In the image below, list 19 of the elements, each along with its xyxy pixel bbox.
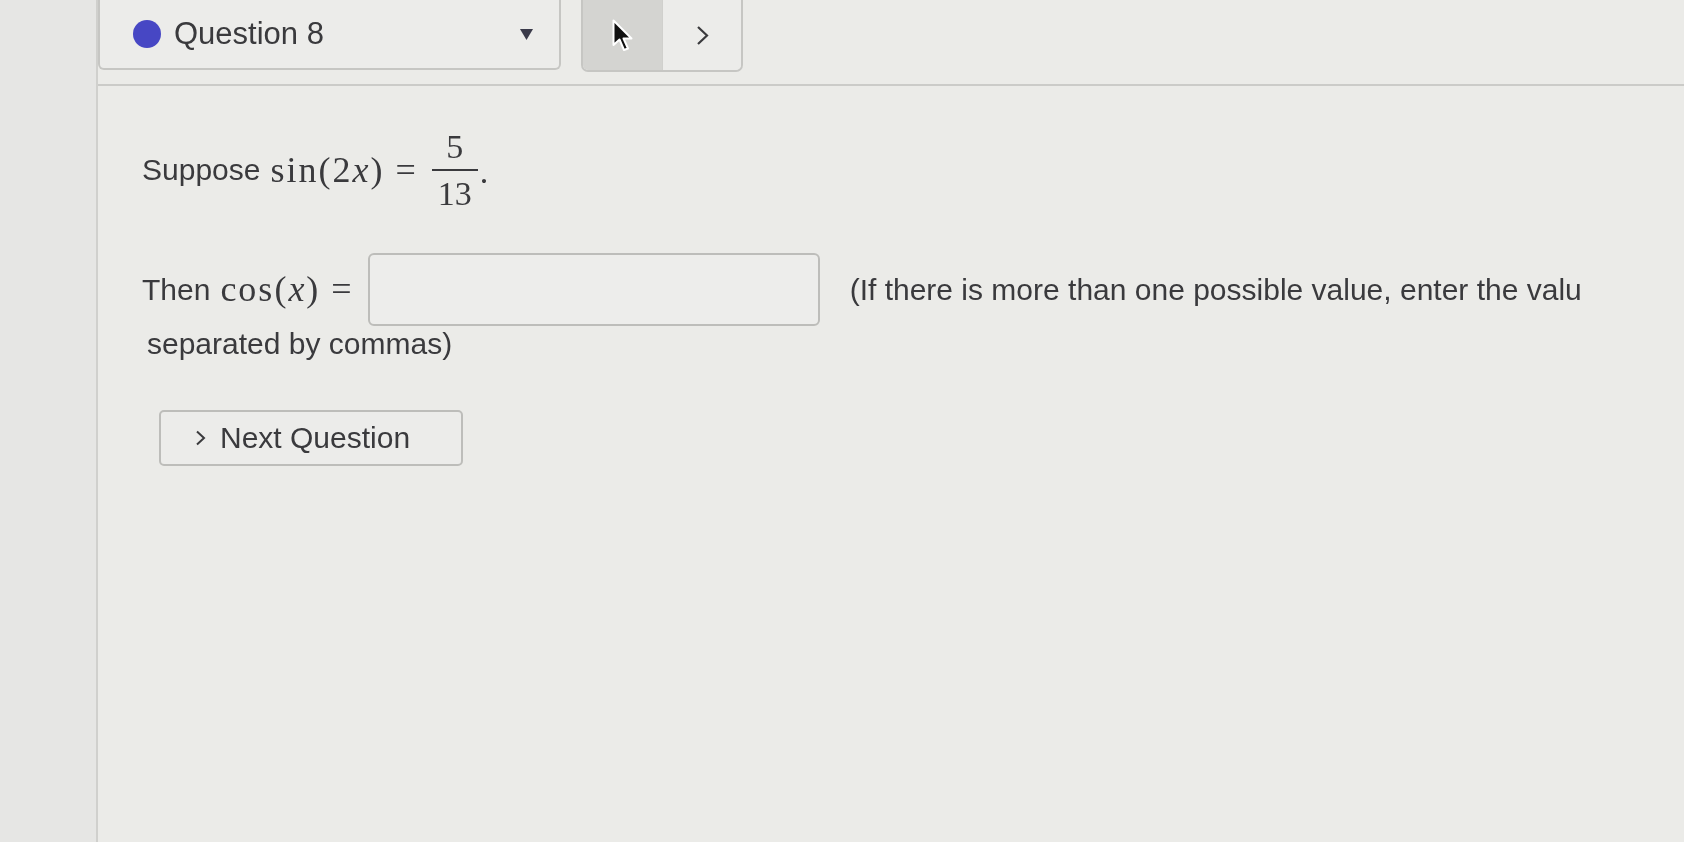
question-text: Suppose bbox=[142, 152, 261, 189]
next-question-button[interactable]: Next Question bbox=[159, 410, 463, 467]
previous-button[interactable] bbox=[583, 0, 662, 70]
fraction-numerator: 5 bbox=[431, 127, 478, 172]
answer-field[interactable] bbox=[367, 253, 820, 327]
question-selector[interactable]: Question 8 bbox=[98, 0, 561, 70]
instruction-text: separated by commas) bbox=[147, 326, 453, 363]
math-expression: cos(x) = bbox=[220, 268, 354, 312]
status-dot-icon bbox=[133, 20, 161, 48]
chevron-right-icon bbox=[195, 430, 206, 447]
caret-down-icon bbox=[520, 28, 533, 40]
math-expression: sin(2x) = bbox=[270, 148, 418, 192]
instruction-text: (If there is more than one possible value, enter the valu bbox=[849, 271, 1582, 308]
fraction-denominator: 13 bbox=[436, 174, 473, 214]
question-text: Then bbox=[142, 271, 211, 308]
question-label: Question 8 bbox=[174, 15, 324, 53]
period-text: . bbox=[479, 151, 489, 192]
mouse-pointer-icon bbox=[611, 18, 634, 52]
chevron-right-icon bbox=[695, 24, 709, 46]
